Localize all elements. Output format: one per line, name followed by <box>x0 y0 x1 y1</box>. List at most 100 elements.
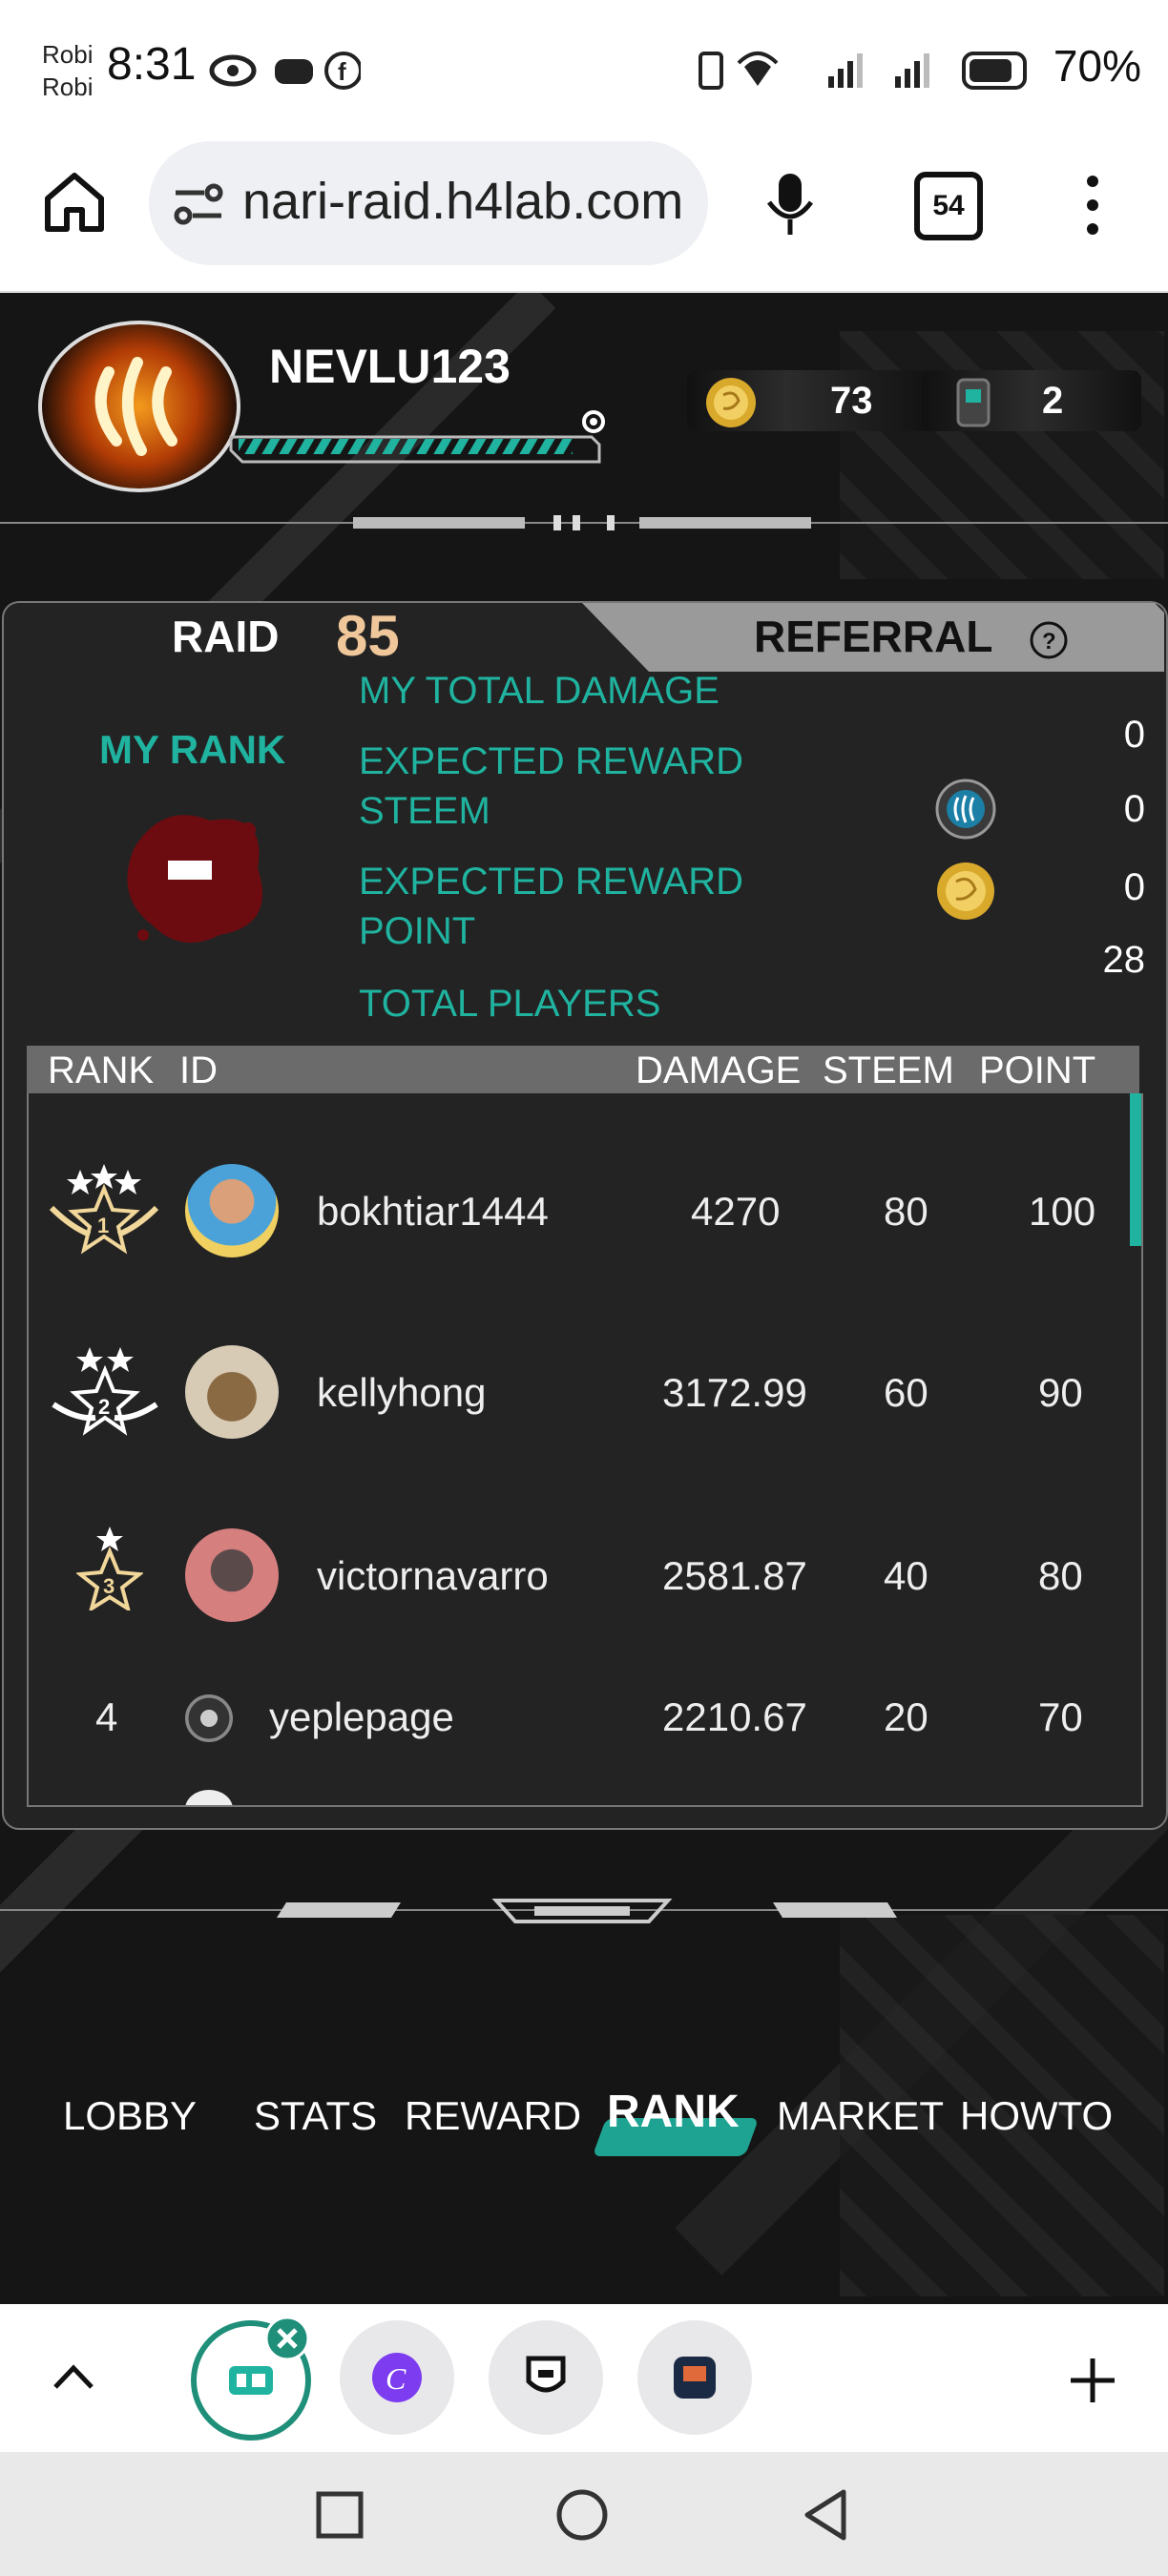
avatar <box>185 1790 233 1805</box>
header-steem: STEEM <box>823 1049 954 1091</box>
total-damage-label: MY TOTAL DAMAGE <box>359 670 720 712</box>
point-value: 100 <box>1029 1189 1096 1234</box>
notification-icons: f <box>209 52 361 90</box>
rank-number: 4 <box>95 1694 118 1739</box>
close-tab-icon[interactable] <box>263 2315 311 2362</box>
home-icon[interactable] <box>42 170 107 233</box>
raid-number: 85 <box>336 604 400 668</box>
my-rank-label: MY RANK <box>99 727 286 772</box>
steem-value: 60 <box>884 1370 928 1415</box>
svg-text:?: ? <box>1042 629 1056 654</box>
chevron-up-icon[interactable] <box>52 2362 95 2391</box>
table-row[interactable]: 3 victornavarro 2581.87 40 80 <box>29 1511 1141 1645</box>
point-coin-icon <box>937 862 994 920</box>
medal-number: 3 <box>103 1574 115 1598</box>
carrier-bottom: Robi <box>42 73 94 101</box>
player-id: bokhtiar1444 <box>317 1189 549 1234</box>
avatar <box>185 1164 279 1257</box>
header-point: POINT <box>979 1049 1096 1091</box>
tab-thumbnail[interactable] <box>489 2320 603 2435</box>
nav-stats[interactable]: STATS <box>254 2093 377 2139</box>
ticket-count: 2 <box>1042 380 1064 422</box>
table-row[interactable]: 4 yeplepage 2210.67 20 70 <box>29 1666 1141 1771</box>
player-id: yeplepage <box>269 1694 454 1739</box>
player-name: NEVLU123 <box>269 340 511 393</box>
nav-howto[interactable]: HOWTO <box>960 2093 1113 2139</box>
header-damage: DAMAGE <box>636 1049 802 1091</box>
carrier-label: Robi Robi <box>42 38 93 103</box>
medal-number: 2 <box>98 1395 110 1419</box>
coin-icon <box>706 378 756 427</box>
reward-point-label-line1: EXPECTED REWARD <box>359 861 744 903</box>
rank-2-medal-icon: 2 <box>52 1347 158 1436</box>
status-bar: Robi Robi 8:31 f 70% <box>0 0 1168 134</box>
more-options-icon[interactable] <box>1078 172 1107 239</box>
experience-bar <box>229 410 605 464</box>
steem-logo-icon <box>94 357 177 456</box>
header-id: ID <box>179 1049 218 1091</box>
damage-value: 2581.87 <box>662 1553 807 1598</box>
ticket-icon <box>956 378 991 427</box>
tab-thumbnail[interactable]: C <box>340 2320 454 2435</box>
clock: 8:31 <box>107 39 197 90</box>
player-id: victornavarro <box>317 1553 549 1598</box>
help-icon[interactable]: ? <box>1029 620 1069 660</box>
tab-referral[interactable]: REFERRAL <box>754 611 992 662</box>
point-value: 80 <box>1038 1553 1083 1598</box>
header-divider <box>0 515 1168 530</box>
table-row[interactable]: 2 kellyhong 3172.99 60 90 <box>29 1332 1141 1465</box>
player-id: kellyhong <box>317 1370 487 1415</box>
rank-1-medal-icon: 1 <box>49 1164 159 1255</box>
canva-icon: C <box>372 2353 422 2402</box>
nav-lobby[interactable]: LOBBY <box>63 2093 197 2139</box>
point-value: 90 <box>1038 1370 1083 1415</box>
total-players-value: 28 <box>1102 939 1146 981</box>
home-circle-icon[interactable] <box>555 2488 609 2542</box>
tab-raid[interactable]: RAID <box>172 611 279 662</box>
signal-wifi-battery-icons <box>699 52 1027 90</box>
avatar <box>185 1345 279 1439</box>
point-value: 70 <box>1038 1694 1083 1739</box>
svg-text:C: C <box>386 2361 407 2396</box>
player-avatar[interactable] <box>38 321 240 492</box>
reward-steem-value: 0 <box>1123 788 1145 830</box>
damage-value: 4270 <box>691 1189 781 1234</box>
medal-number: 1 <box>97 1214 109 1237</box>
damage-value: 2210.67 <box>662 1694 807 1739</box>
svg-text:f: f <box>338 57 346 86</box>
avatar <box>185 1528 279 1622</box>
tab-switcher-button[interactable]: 54 <box>914 172 983 240</box>
recents-square-icon[interactable] <box>315 2490 365 2540</box>
battery-percent: 70% <box>1053 41 1141 91</box>
nav-market[interactable]: MARKET <box>777 2093 944 2139</box>
total-players-label: TOTAL PLAYERS <box>359 983 661 1025</box>
header-corner <box>1097 1046 1139 1093</box>
back-triangle-icon[interactable] <box>802 2488 849 2542</box>
reward-point-label-line2: POINT <box>359 910 476 952</box>
reward-point-value: 0 <box>1123 866 1145 908</box>
site-settings-icon[interactable] <box>172 181 225 227</box>
shield-app-icon <box>526 2356 566 2393</box>
game-app-icon <box>674 2357 716 2399</box>
nav-reward[interactable]: REWARD <box>405 2093 581 2139</box>
total-damage-value: 0 <box>1123 714 1145 756</box>
carrier-top: Robi <box>42 40 94 69</box>
url-text[interactable]: nari-raid.h4lab.com <box>242 172 683 231</box>
reward-steem-label-line1: EXPECTED REWARD <box>359 740 744 782</box>
reward-steem-label-line2: STEEM <box>359 790 490 832</box>
coin-count: 73 <box>830 380 873 422</box>
table-row[interactable]: 1 bokhtiar1444 4270 80 100 <box>29 1151 1141 1284</box>
steem-value: 40 <box>884 1553 928 1598</box>
steem-token-icon <box>935 779 996 840</box>
avatar <box>185 1694 233 1742</box>
rank-3-medal-icon: 3 <box>76 1527 143 1610</box>
microphone-icon[interactable] <box>763 170 817 239</box>
header-rank: RANK <box>48 1049 155 1091</box>
footer-divider <box>0 1899 1168 1923</box>
damage-value: 3172.99 <box>662 1370 807 1415</box>
tab-thumbnail[interactable] <box>637 2320 752 2435</box>
rank-table-body[interactable]: 1 bokhtiar1444 4270 80 100 2 kellyhong 3… <box>27 1093 1143 1807</box>
new-tab-plus-icon[interactable] <box>1067 2355 1118 2406</box>
nav-rank[interactable]: RANK <box>607 2086 740 2138</box>
my-rank-badge <box>127 815 262 943</box>
